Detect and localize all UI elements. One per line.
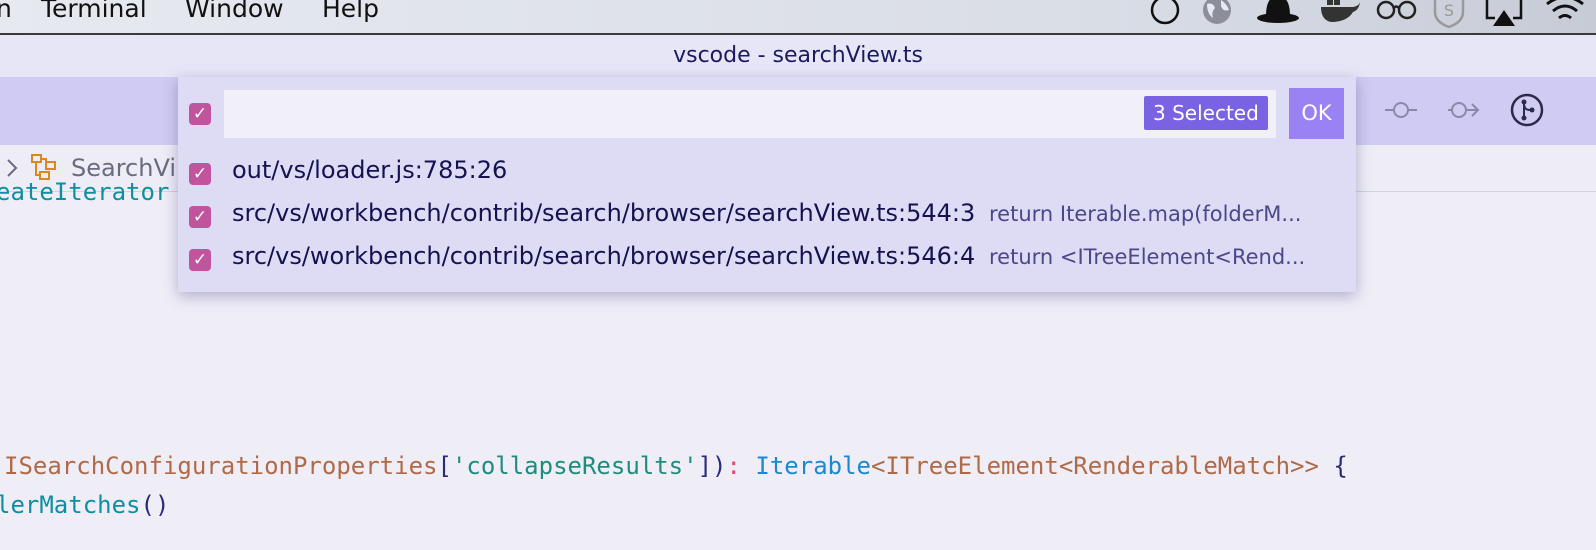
- item-label: src/vs/workbench/contrib/search/browser/…: [232, 242, 976, 270]
- window-title: vscode - searchView.ts: [673, 43, 923, 68]
- code-interface: Iterable: [755, 452, 871, 480]
- menu-item-help[interactable]: Help: [322, 0, 379, 23]
- quick-pick-item[interactable]: ✓ src/vs/workbench/contrib/search/browse…: [178, 195, 1356, 238]
- code-parens: (): [140, 491, 170, 519]
- docker-whale-icon[interactable]: [1319, 0, 1361, 28]
- menu-item-partial[interactable]: n: [0, 0, 12, 23]
- code-bracket-open: [: [437, 452, 452, 480]
- chevron-right-icon: [7, 159, 18, 177]
- select-all-checkbox[interactable]: ✓: [189, 103, 211, 125]
- git-commit-icon[interactable]: [1383, 92, 1419, 128]
- git-forward-icon[interactable]: [1446, 92, 1482, 128]
- quick-pick-item[interactable]: ✓ src/vs/workbench/contrib/search/browse…: [178, 238, 1356, 281]
- code-function: lerMatches: [0, 491, 141, 519]
- glasses-icon[interactable]: [1376, 0, 1418, 28]
- title-bar: vscode - searchView.ts: [0, 35, 1596, 77]
- item-detail: return Iterable.map(folderM...: [989, 202, 1302, 226]
- airplay-icon[interactable]: [1485, 0, 1523, 28]
- item-checkbox[interactable]: ✓: [189, 163, 211, 185]
- item-checkbox[interactable]: ✓: [189, 206, 211, 228]
- code-brace: {: [1333, 452, 1348, 480]
- svg-text:S: S: [1444, 1, 1454, 20]
- selected-count-badge: 3 Selected: [1144, 96, 1268, 130]
- code-line-signature: ISearchConfigurationProperties['collapse…: [4, 452, 1348, 480]
- code-generic: <ITreeElement<RenderableMatch>>: [870, 452, 1319, 480]
- quick-pick-input[interactable]: [224, 90, 1276, 138]
- circle-icon[interactable]: [1149, 0, 1183, 28]
- code-bracket-close: ]): [697, 452, 727, 480]
- menu-bar: n Terminal Window Help S: [0, 0, 1596, 35]
- code-line-call: lerMatches(): [0, 491, 169, 519]
- class-symbol-icon: [31, 154, 56, 180]
- quick-pick: ✓ 3 Selected OK ✓ out/vs/loader.js:785:2…: [178, 77, 1356, 292]
- code-string: 'collapseResults': [451, 452, 698, 480]
- source-control-icon[interactable]: [1509, 92, 1545, 128]
- ok-button[interactable]: OK: [1289, 88, 1344, 139]
- wifi-icon[interactable]: [1545, 0, 1585, 28]
- globe-icon[interactable]: [1201, 0, 1235, 28]
- item-detail: return <ITreeElement<Rend...: [989, 245, 1306, 269]
- menu-item-terminal[interactable]: Terminal: [41, 0, 147, 23]
- quick-pick-item[interactable]: ✓ out/vs/loader.js:785:26: [178, 152, 1356, 195]
- shield-s-icon[interactable]: S: [1432, 0, 1466, 28]
- code-type: ISearchConfigurationProperties: [4, 452, 438, 480]
- code-partial-line: eateIterator: [0, 178, 170, 206]
- item-checkbox[interactable]: ✓: [189, 249, 211, 271]
- bowler-hat-icon[interactable]: [1256, 0, 1300, 28]
- menu-item-window[interactable]: Window: [185, 0, 284, 23]
- item-label: out/vs/loader.js:785:26: [232, 156, 508, 184]
- item-label: src/vs/workbench/contrib/search/browser/…: [232, 199, 976, 227]
- code-colon: :: [726, 452, 741, 480]
